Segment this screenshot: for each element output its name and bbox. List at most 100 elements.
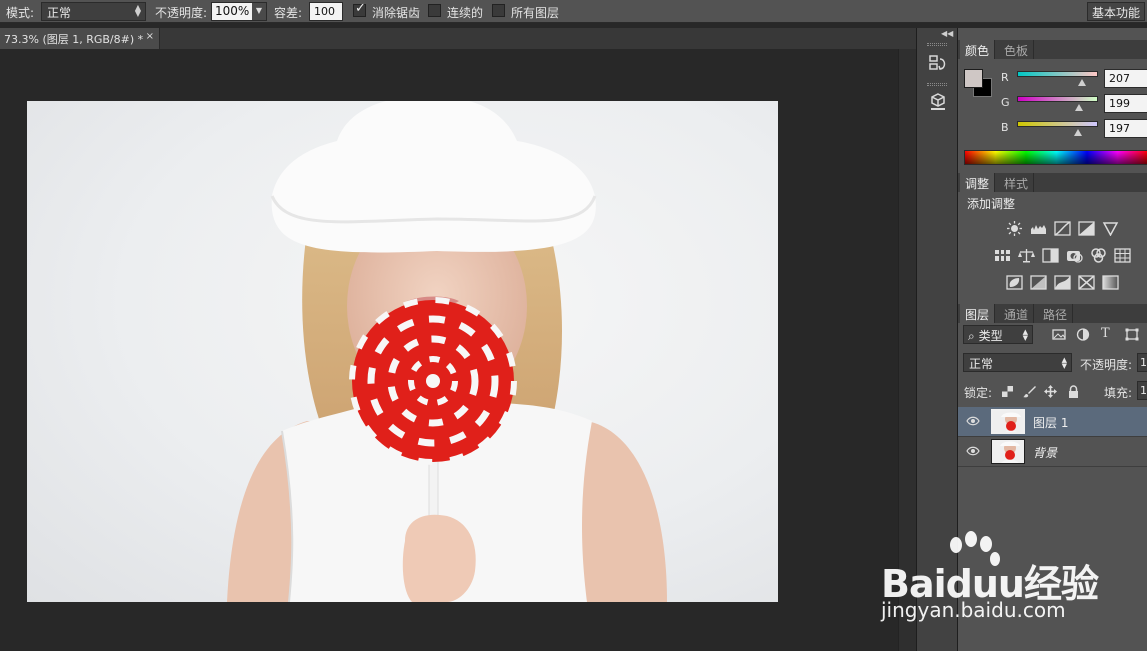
layer-row[interactable]: 背景	[958, 437, 1147, 467]
threshold-icon[interactable]	[1054, 275, 1071, 290]
lock-icon[interactable]	[1067, 385, 1080, 398]
blue-channel-label: B	[1001, 121, 1009, 134]
fill-label: 填充:	[1104, 386, 1133, 400]
document-image[interactable]	[27, 101, 778, 602]
updown-arrow-icon: ▲ ▼	[134, 3, 141, 18]
channel-mixer-icon[interactable]	[1090, 248, 1107, 263]
workspace-button[interactable]: 基本功能	[1087, 2, 1145, 21]
exposure-icon[interactable]	[1078, 221, 1095, 236]
dock-grip[interactable]	[927, 43, 947, 46]
document-title: 73.3% (图层 1, RGB/8#) *	[4, 33, 144, 46]
document-tab-strip: 73.3% (图层 1, RGB/8#) * ×	[0, 28, 916, 49]
layer-thumbnail	[991, 439, 1025, 464]
tolerance-input[interactable]: 100	[309, 2, 343, 21]
layer-thumbnail	[991, 409, 1025, 434]
updown-arrow-icon: ▲ ▼	[1022, 328, 1028, 342]
invert-icon[interactable]	[1006, 275, 1023, 290]
collapse-panels-icon[interactable]: ◀◀	[941, 29, 953, 38]
antialias-label: 消除锯齿	[372, 6, 421, 20]
all-layers-checkbox[interactable]	[492, 4, 505, 17]
image-filter-icon[interactable]	[1052, 328, 1066, 341]
add-adjustment-heading: 添加调整	[967, 197, 1016, 211]
adjustment-filter-icon[interactable]	[1076, 328, 1090, 341]
tab-layers[interactable]: 图层	[960, 304, 996, 323]
green-channel-label: G	[1001, 96, 1010, 109]
close-icon[interactable]: ×	[146, 31, 154, 42]
updown-arrow-icon: ▲ ▼	[1061, 356, 1067, 370]
girl-with-lollipop-photo	[227, 101, 667, 602]
blend-mode-dropdown[interactable]: 正常 ▲ ▼	[963, 353, 1072, 372]
layer-row[interactable]: 图层 1	[958, 407, 1147, 437]
lock-transparent-pixels-icon[interactable]	[1001, 385, 1014, 398]
blue-slider-thumb[interactable]	[1074, 129, 1082, 136]
shape-filter-icon[interactable]	[1125, 328, 1139, 341]
brightness-contrast-icon[interactable]	[1006, 221, 1023, 236]
layers-panel-tabs: 图层 通道 路径	[958, 304, 1147, 323]
brush-icon[interactable]	[1023, 385, 1036, 398]
watermark-url: jingyan.baidu.com	[881, 598, 1066, 622]
red-value-input[interactable]: 207	[1104, 69, 1147, 88]
dock-grip[interactable]	[927, 83, 947, 86]
opacity-label: 不透明度:	[155, 6, 208, 20]
color-balance-icon[interactable]	[1018, 248, 1035, 263]
opacity-value: 100%	[215, 4, 250, 18]
options-bar: 模式: 正常 ▲ ▼ 不透明度: 100% ▼ 容差: 100 ✓ 消除锯齿 连续…	[0, 0, 1147, 23]
all-layers-label: 所有图层	[511, 6, 560, 20]
chevron-down-icon[interactable]: ▼	[252, 3, 266, 20]
red-slider[interactable]	[1017, 71, 1098, 77]
red-slider-thumb[interactable]	[1078, 79, 1086, 86]
lock-label: 锁定:	[964, 386, 993, 400]
vibrance-icon[interactable]	[1102, 221, 1119, 237]
adjustments-panel-tabs: 调整 样式	[958, 173, 1147, 192]
opacity-field[interactable]: 100% ▼	[211, 2, 267, 21]
selective-color-icon[interactable]	[1078, 275, 1095, 290]
search-icon: ⌕	[968, 329, 975, 343]
document-tab[interactable]: 73.3% (图层 1, RGB/8#) * ×	[0, 28, 160, 49]
blue-value-input[interactable]: 197	[1104, 119, 1147, 138]
layer-name: 图层 1	[1033, 416, 1069, 430]
antialias-checkbox[interactable]: ✓	[353, 1, 366, 17]
layer-opacity-label: 不透明度:	[1080, 358, 1133, 372]
mode-value: 正常	[47, 6, 72, 20]
tab-adjustments[interactable]: 调整	[960, 173, 996, 192]
layer-opacity-input[interactable]: 1	[1137, 353, 1147, 372]
curves-icon[interactable]	[1054, 221, 1071, 236]
posterize-icon[interactable]	[1030, 275, 1047, 290]
mode-dropdown[interactable]: 正常 ▲ ▼	[41, 2, 146, 21]
3d-cube-icon[interactable]	[926, 91, 950, 113]
tab-paths[interactable]: 路径	[1038, 304, 1074, 323]
photo-filter-icon[interactable]	[1066, 248, 1083, 263]
layer-name: 背景	[1033, 446, 1058, 460]
tab-swatches[interactable]: 色板	[999, 40, 1035, 59]
green-slider[interactable]	[1017, 96, 1098, 102]
gradient-map-icon[interactable]	[1102, 275, 1119, 290]
levels-icon[interactable]	[1030, 221, 1047, 236]
color-lookup-icon[interactable]	[1114, 248, 1131, 263]
contiguous-checkbox[interactable]	[428, 4, 441, 17]
hue-saturation-icon[interactable]	[994, 248, 1011, 263]
blend-mode-value: 正常	[969, 357, 994, 371]
fill-input[interactable]: 1	[1137, 381, 1147, 400]
tab-styles[interactable]: 样式	[999, 173, 1035, 192]
foreground-color-swatch[interactable]	[964, 69, 983, 88]
canvas-area[interactable]	[0, 49, 898, 651]
contiguous-label: 连续的	[447, 6, 484, 20]
tab-channels[interactable]: 通道	[999, 304, 1035, 323]
tab-color[interactable]: 颜色	[960, 40, 996, 59]
black-white-icon[interactable]	[1042, 248, 1059, 263]
color-spectrum-ramp[interactable]	[964, 150, 1147, 165]
layer-filter-dropdown[interactable]: ⌕ 类型 ▲ ▼	[963, 325, 1033, 344]
mode-label: 模式:	[6, 6, 35, 20]
green-slider-thumb[interactable]	[1075, 104, 1083, 111]
eye-icon[interactable]	[966, 445, 980, 457]
history-icon[interactable]	[926, 53, 950, 75]
red-channel-label: R	[1001, 71, 1009, 84]
green-value-input[interactable]: 199	[1104, 94, 1147, 113]
text-filter-icon[interactable]: T	[1101, 326, 1115, 341]
eye-icon[interactable]	[966, 415, 980, 427]
layer-filter-value: 类型	[978, 329, 1003, 343]
checkmark-icon: ✓	[355, 1, 366, 16]
move-icon[interactable]	[1044, 385, 1057, 398]
color-panel-tabs: 颜色 色板	[958, 40, 1147, 59]
blue-slider[interactable]	[1017, 121, 1098, 127]
